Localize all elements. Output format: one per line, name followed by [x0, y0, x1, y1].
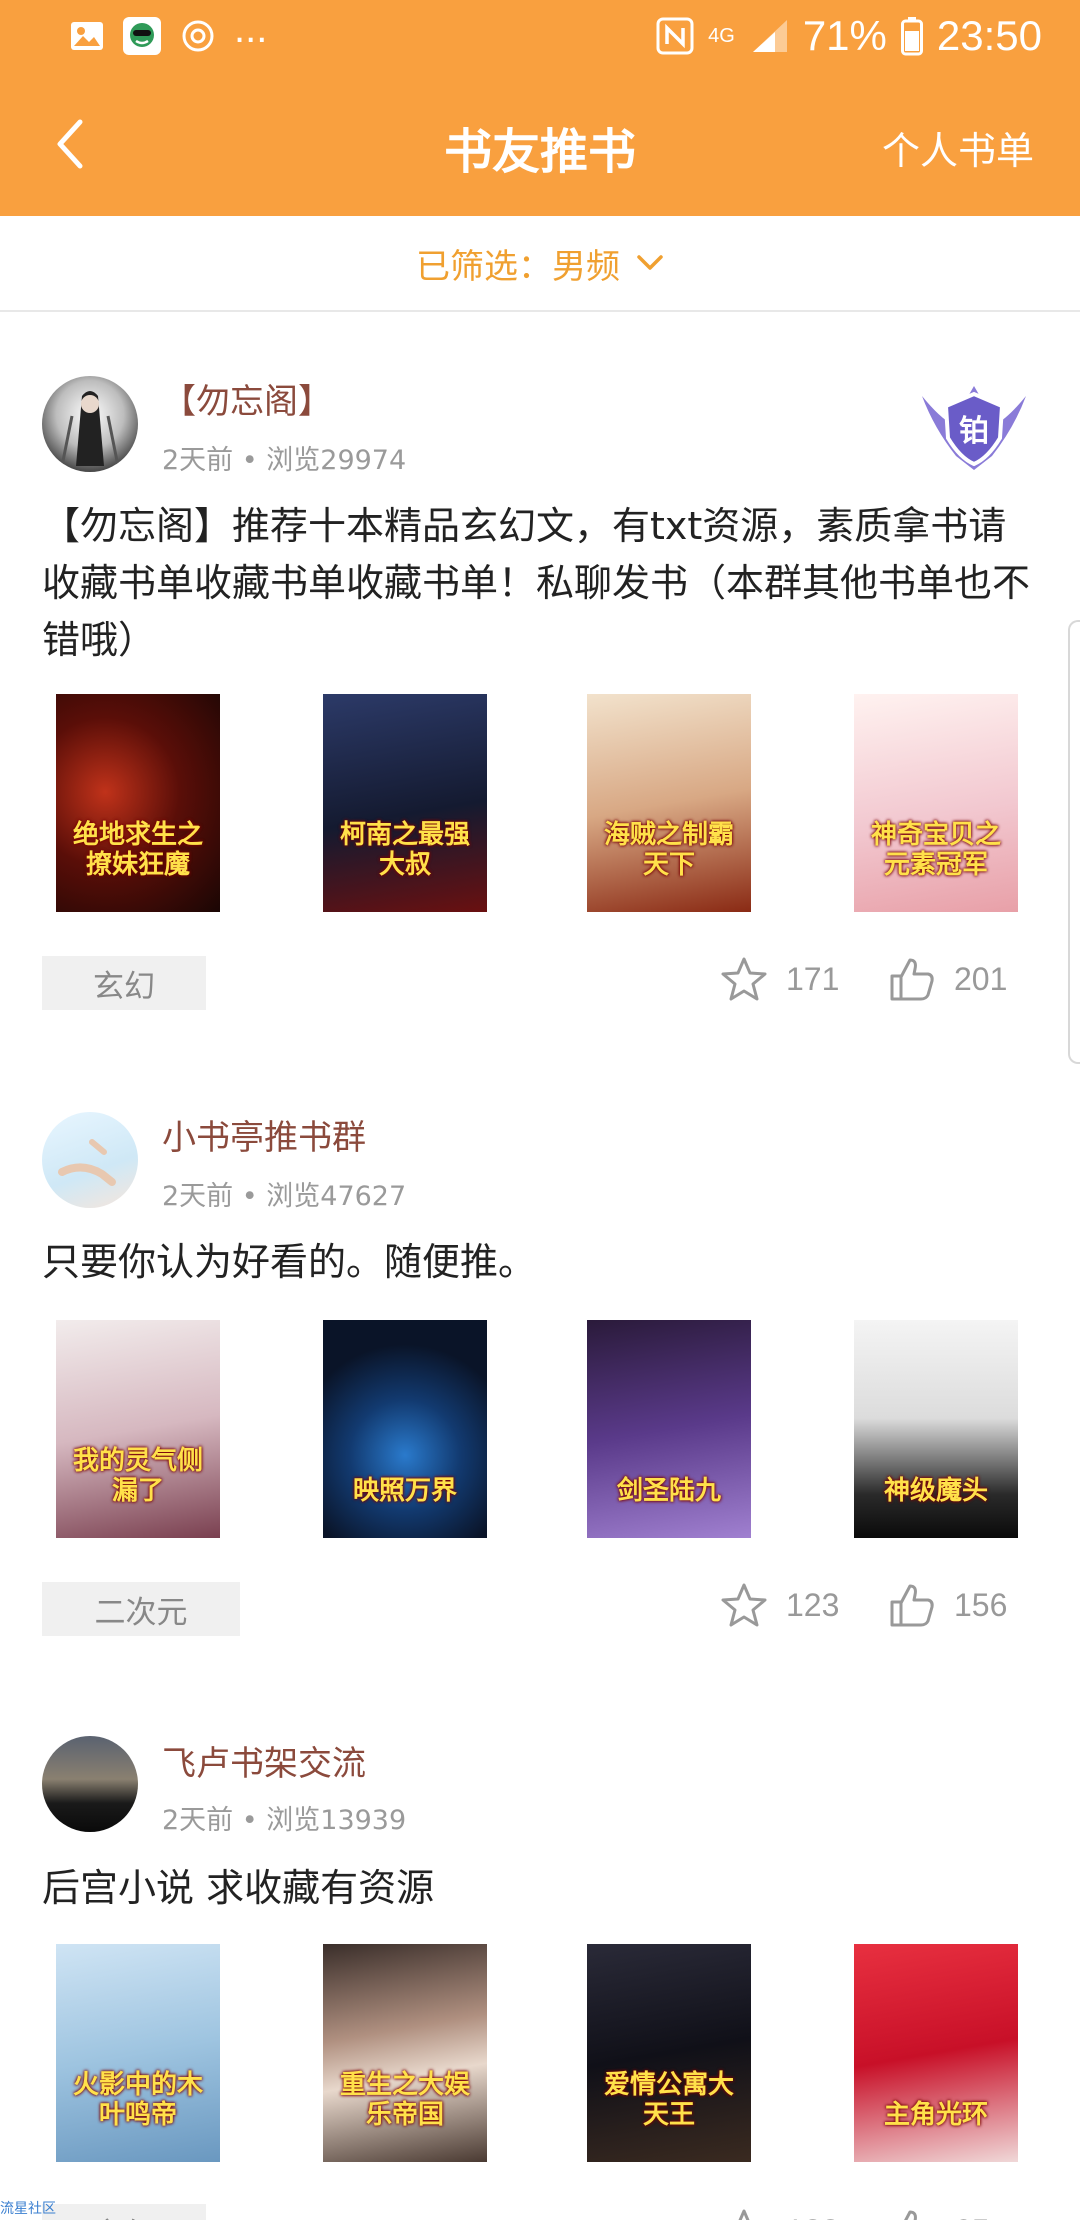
filter-label: 已筛选：男频 [416, 246, 620, 287]
author-name[interactable]: 飞卢书架交流 [162, 1736, 366, 1785]
notification-icons: ... [70, 9, 267, 58]
favorite-count: 123 [786, 2213, 839, 2220]
book-cover[interactable]: 火影中的木叶鸣帝 [56, 1944, 220, 2162]
battery-icon [900, 16, 923, 56]
book-cover[interactable]: 神级魔头 [854, 1320, 1018, 1538]
book-cover[interactable]: 剑圣陆九 [587, 1320, 751, 1538]
book-cover[interactable]: 爱情公寓大天王 [587, 1944, 751, 2162]
post-content[interactable]: 【勿忘阁】推荐十本精品玄幻文，有txt资源，素质拿书请收藏书单收藏书单收藏书单！… [42, 498, 1040, 669]
book-cover-title: 映照万界 [352, 1476, 457, 1506]
book-cover-row: 绝地求生之撩妹狂魔 柯南之最强大叔 海贼之制霸天下 神奇宝贝之元素冠军 [0, 694, 1080, 912]
network-type-label: 4G [708, 25, 735, 47]
app-screen: ... 4G 4G 71% 23:50 书友推书 个人书单 已筛选：男频 [0, 0, 1080, 2220]
personal-booklist-button[interactable]: 个人书单 [882, 120, 1034, 175]
booklist-post[interactable]: 小书亭推书群 2天前 • 浏览47627 只要你认为好看的。随便推。 我的灵气侧… [0, 1042, 1080, 1668]
favorite-button[interactable]: 171 [720, 952, 839, 1006]
post-meta: 2天前 • 浏览47627 [162, 1181, 407, 1212]
book-cover-title: 剑圣陆九 [616, 1476, 721, 1506]
like-count: 201 [954, 960, 1008, 997]
nfc-icon [656, 17, 694, 55]
like-button[interactable]: 65 [888, 2204, 990, 2220]
favorite-button[interactable]: 123 [720, 1578, 839, 1632]
booklist-post[interactable]: 飞卢书架交流 2天前 • 浏览13939 后宫小说 求收藏有资源 火影中的木叶鸣… [0, 1668, 1080, 2220]
book-cover-title: 海贼之制霸天下 [603, 820, 734, 880]
like-count: 65 [954, 2213, 990, 2220]
star-icon [721, 957, 767, 1001]
sync-icon [180, 18, 216, 54]
status-bar: ... 4G 4G 71% 23:50 [0, 0, 1080, 72]
thumbs-up-icon [904, 2210, 917, 2220]
book-cover[interactable]: 神奇宝贝之元素冠军 [854, 694, 1018, 912]
battery-percent: 71% [802, 12, 887, 59]
genre-tag[interactable]: 二次元 [42, 1582, 240, 1636]
book-cover[interactable]: 我的灵气侧漏了 [56, 1320, 220, 1538]
favorite-button[interactable]: 123 [720, 2204, 839, 2220]
author-avatar[interactable] [42, 1736, 138, 1832]
clock: 23:50 [936, 12, 1042, 59]
book-cover-title: 柯南之最强大叔 [339, 820, 470, 880]
book-cover-row: 火影中的木叶鸣帝 重生之大娱乐帝国 爱情公寓大天王 主角光环 [0, 1944, 1080, 2162]
thumbs-up-icon [890, 1584, 934, 1627]
app-bar: 书友推书 个人书单 [0, 72, 1080, 216]
more-notifications-indicator: ... [234, 7, 268, 51]
post-meta: 2天前 • 浏览29974 [162, 445, 407, 476]
like-button[interactable]: 201 [888, 952, 1007, 1006]
book-cover[interactable]: 主角光环 [854, 1944, 1018, 2162]
author-avatar[interactable] [42, 376, 138, 472]
badge-text: 铂 [959, 414, 989, 449]
book-cover[interactable]: 重生之大娱乐帝国 [323, 1944, 487, 2162]
post-content[interactable]: 后宫小说 求收藏有资源 [42, 1860, 1040, 1917]
app-notification-icon [122, 16, 162, 56]
favorite-count: 123 [786, 1586, 840, 1623]
book-cover-row: 我的灵气侧漏了 映照万界 剑圣陆九 神级魔头 [0, 1320, 1080, 1538]
thumbs-up-icon [890, 958, 934, 1001]
filter-dropdown[interactable]: 已筛选：男频 [0, 216, 1080, 312]
system-indicators: 4G 4G 71% 23:50 [656, 10, 1042, 62]
book-cover[interactable]: 映照万界 [323, 1320, 487, 1538]
signal-strength-icon [749, 18, 789, 54]
book-cover-title: 爱情公寓大天王 [603, 2070, 734, 2130]
book-cover-title: 我的灵气侧漏了 [72, 1446, 203, 1506]
like-button[interactable]: 156 [888, 1578, 1007, 1632]
book-cover[interactable]: 柯南之最强大叔 [323, 694, 487, 912]
author-name[interactable]: 【勿忘阁】 [162, 374, 332, 423]
star-icon [738, 2209, 750, 2220]
platinum-rank-badge: 铂 [916, 378, 1032, 474]
gallery-icon [70, 21, 104, 51]
author-name[interactable]: 小书亭推书群 [162, 1110, 366, 1159]
watermark-text: 流星社区 [0, 2201, 56, 2217]
like-count: 156 [954, 1586, 1008, 1623]
genre-tag[interactable]: 玄幻 [42, 2204, 206, 2220]
book-cover[interactable]: 绝地求生之撩妹狂魔 [56, 694, 220, 912]
book-cover-title: 火影中的木叶鸣帝 [72, 2070, 203, 2130]
book-cover-title: 神级魔头 [883, 1476, 988, 1506]
star-icon [721, 1583, 767, 1627]
book-cover-title: 绝地求生之撩妹狂魔 [72, 820, 203, 880]
genre-tag[interactable]: 玄幻 [42, 956, 206, 1010]
favorite-count: 171 [786, 960, 840, 997]
post-content[interactable]: 只要你认为好看的。随便推。 [42, 1234, 1040, 1291]
book-cover[interactable]: 海贼之制霸天下 [587, 694, 751, 912]
book-cover-title: 主角光环 [883, 2100, 988, 2130]
book-cover-title: 重生之大娱乐帝国 [339, 2070, 470, 2130]
booklist-post[interactable]: 【勿忘阁】 2天前 • 浏览29974 铂 【勿忘阁】推荐十本精品玄幻文，有tx… [0, 312, 1080, 1042]
chevron-down-icon [637, 255, 663, 270]
author-avatar[interactable] [42, 1112, 138, 1208]
book-cover-title: 神奇宝贝之元素冠军 [870, 820, 1001, 880]
side-scroll-handle[interactable] [1068, 620, 1080, 1064]
post-meta: 2天前 • 浏览13939 [162, 1805, 407, 1836]
